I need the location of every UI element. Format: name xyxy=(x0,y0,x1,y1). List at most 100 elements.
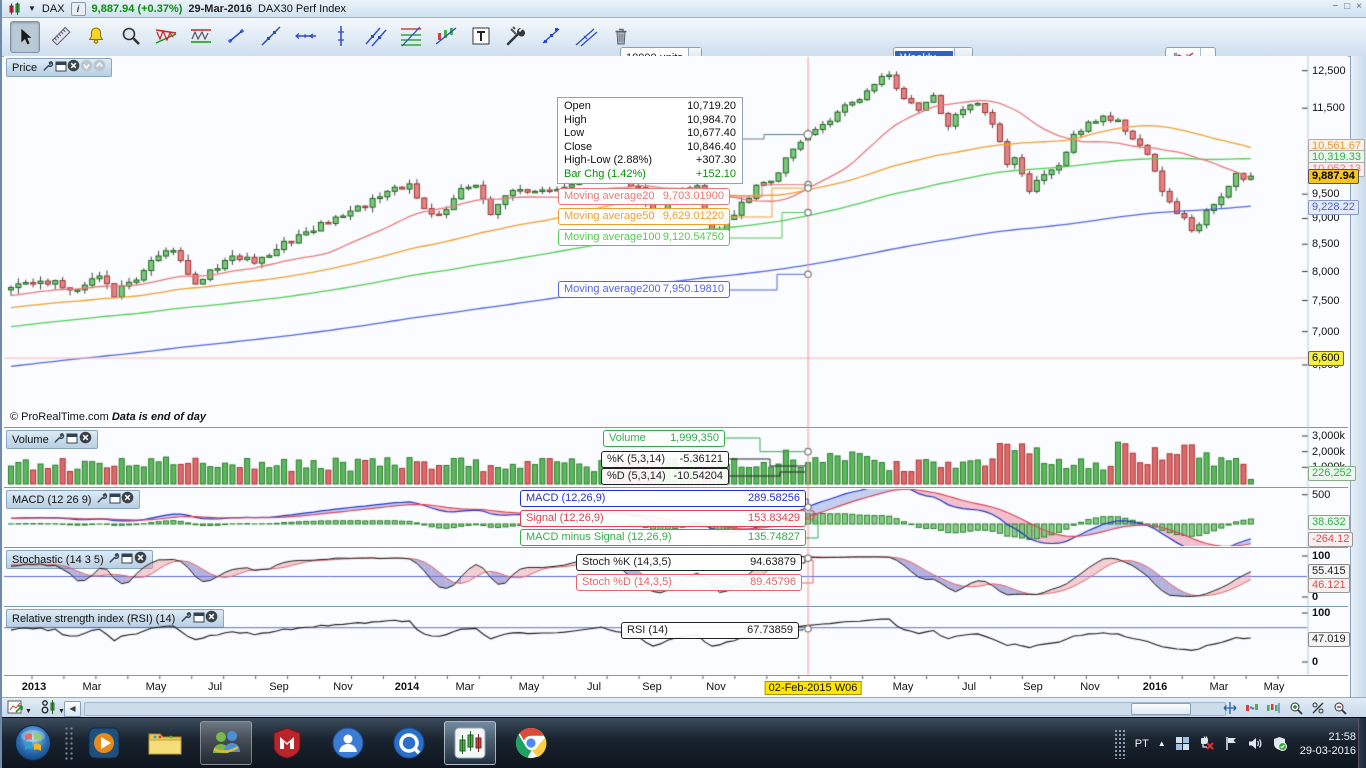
tray-overflow-dots[interactable] xyxy=(1114,729,1126,759)
macd-label-box-label: Signal (12,26,9) xyxy=(526,511,604,526)
panel-settings-button[interactable] xyxy=(41,60,54,72)
media-player-taskbar-button[interactable] xyxy=(78,721,130,765)
rsi-panel-header: Relative strength index (RSI) (14) xyxy=(6,609,224,628)
volume-icon[interactable] xyxy=(1247,736,1263,751)
rsi-label-box[interactable]: RSI (14)67.73859 xyxy=(621,622,799,639)
panel-settings-button[interactable] xyxy=(179,611,192,623)
app-blue-ring-taskbar-button[interactable] xyxy=(383,721,435,765)
v-line-tool[interactable] xyxy=(327,21,355,51)
start-button[interactable] xyxy=(6,721,60,765)
ma-label-box[interactable]: Moving average1009,120.54750 xyxy=(558,229,730,246)
app-blue-person-taskbar-button[interactable] xyxy=(322,721,374,765)
line-tool[interactable] xyxy=(257,21,285,51)
zoom-out-icon[interactable] xyxy=(1332,700,1348,716)
pan-arrows-icon[interactable] xyxy=(1222,700,1238,716)
ma-label-box[interactable]: Moving average509,629.01220 xyxy=(558,208,730,225)
panel-close-button[interactable] xyxy=(121,492,134,504)
panel-detach-button[interactable] xyxy=(54,61,67,73)
tooltip-row: Bar Chg (1.42%)+152.10 xyxy=(564,168,736,182)
alert-tool[interactable] xyxy=(82,21,110,51)
time-axis-label: Sep xyxy=(1023,681,1043,693)
panel-move-up-button[interactable] xyxy=(93,60,106,72)
window-minimize-button[interactable]: − xyxy=(1332,1,1338,12)
ma-label-box-value: 9,629.01220 xyxy=(663,209,724,224)
zoom-percent-icon[interactable] xyxy=(1310,700,1326,716)
panel-detach-button[interactable] xyxy=(108,493,121,505)
info-icon[interactable]: i xyxy=(71,2,86,16)
parallel-tool[interactable] xyxy=(362,21,390,51)
panel-move-down-button[interactable] xyxy=(80,60,93,72)
mcafee-taskbar-button[interactable] xyxy=(261,721,313,765)
rsi-panel-title: Relative strength index (RSI) (14) xyxy=(12,613,175,625)
panel-close-button[interactable] xyxy=(205,611,218,623)
prorealtime-taskbar-button[interactable] xyxy=(444,721,496,765)
time-axis-label: May xyxy=(146,681,167,693)
volume-label-box[interactable]: %D (5,3,14)-10.54204 xyxy=(601,468,729,485)
win-squares-icon[interactable] xyxy=(1175,736,1190,751)
vertical-scrollbar[interactable] xyxy=(1350,56,1366,697)
horizontal-scrollbar[interactable] xyxy=(84,702,1226,716)
stoch-label-box[interactable]: Stoch %D (14,3,5)89.45796 xyxy=(576,574,802,591)
explorer-taskbar-button[interactable] xyxy=(139,721,191,765)
h-segment-tool[interactable] xyxy=(292,21,320,51)
panel-detach-button[interactable] xyxy=(192,612,205,624)
tray-language[interactable]: PT xyxy=(1135,738,1149,750)
show-desktop-button[interactable] xyxy=(1358,718,1366,768)
segment-tool[interactable] xyxy=(222,21,250,51)
panel-close-button[interactable] xyxy=(67,60,80,72)
bar-data-tooltip: Open10,719.20High10,984.70Low10,677.40Cl… xyxy=(557,97,743,184)
window-maximize-button[interactable]: □ xyxy=(1344,1,1350,12)
time-axis-label: Sep xyxy=(269,681,289,693)
zoom-tool[interactable] xyxy=(117,21,145,51)
drawing-tools-tool[interactable] xyxy=(502,21,530,51)
volume-label-box[interactable]: %K (5,3,14)-5.36121 xyxy=(601,451,729,468)
panel-settings-button[interactable] xyxy=(53,432,66,444)
zoom-in-icon[interactable] xyxy=(1288,700,1304,716)
tray-time: 21:58 xyxy=(1300,730,1356,744)
window-close-button[interactable]: × xyxy=(1356,1,1362,12)
panel-settings-button[interactable] xyxy=(95,492,108,504)
macd-label-box[interactable]: MACD minus Signal (12,26,9)135.74827 xyxy=(520,529,806,546)
tooltip-row: High10,984.70 xyxy=(564,114,736,128)
panel-settings-button[interactable] xyxy=(108,552,121,564)
ruler-tool[interactable] xyxy=(47,21,75,51)
panel-close-button[interactable] xyxy=(134,552,147,564)
tray-expand-arrow-icon[interactable]: ▲ xyxy=(1158,739,1166,748)
pattern-down-tool[interactable] xyxy=(152,21,180,51)
chrome-taskbar-button[interactable] xyxy=(505,721,557,765)
macd-label-box[interactable]: MACD (12,26,9)289.58256 xyxy=(520,490,806,507)
dots-line-tool[interactable] xyxy=(537,21,565,51)
horizontal-scrollbar-thumb[interactable] xyxy=(1131,703,1191,715)
update-shield-icon[interactable] xyxy=(1272,736,1287,751)
panel-close-button[interactable] xyxy=(79,432,92,444)
chart-style-small-icon[interactable]: ▼ xyxy=(40,699,65,715)
text-tool[interactable] xyxy=(467,21,495,51)
instrument-name: DAX xyxy=(42,3,65,15)
scroll-left-button[interactable]: ◀ xyxy=(64,701,81,717)
time-axis-label: Nov xyxy=(333,681,353,693)
tooltip-label: Low xyxy=(564,127,584,141)
candles-compress-icon[interactable] xyxy=(1266,700,1282,716)
pointer-tool[interactable] xyxy=(10,21,40,53)
macd-label-box[interactable]: Signal (12,26,9)153.83429 xyxy=(520,510,806,527)
rsi-panel[interactable]: Relative strength index (RSI) (14) xyxy=(4,606,1348,675)
instrument-dropdown-caret[interactable]: ▼ xyxy=(28,4,36,13)
stoch-label-box[interactable]: Stoch %K (14,3,5)94.63879 xyxy=(576,554,802,571)
pattern-flat-tool[interactable] xyxy=(187,21,215,51)
panel-detach-button[interactable] xyxy=(121,553,134,565)
parallel2-tool[interactable] xyxy=(572,21,600,51)
volume-label-box[interactable]: Volume1,999,350 xyxy=(603,430,725,447)
ma-label-box[interactable]: Moving average209,703.01900 xyxy=(558,188,730,205)
fibonacci-tool[interactable] xyxy=(397,21,425,51)
ma-label-box[interactable]: Moving average2007,950.19810 xyxy=(558,281,730,298)
panel-detach-button[interactable] xyxy=(66,433,79,445)
instrument-candle-icon[interactable] xyxy=(8,2,22,16)
tray-clock[interactable]: 21:5829-03-2016 xyxy=(1300,730,1356,758)
flag-icon[interactable] xyxy=(1224,736,1238,751)
messenger-taskbar-button[interactable] xyxy=(200,721,252,765)
candles-expand-icon[interactable] xyxy=(1244,700,1260,716)
network-disconnected-icon[interactable] xyxy=(1199,736,1215,751)
chart-export-icon[interactable]: ▼ xyxy=(7,699,32,715)
volume-label-box-value: -10.54204 xyxy=(673,469,723,484)
wave-candles-tool[interactable] xyxy=(432,21,460,51)
